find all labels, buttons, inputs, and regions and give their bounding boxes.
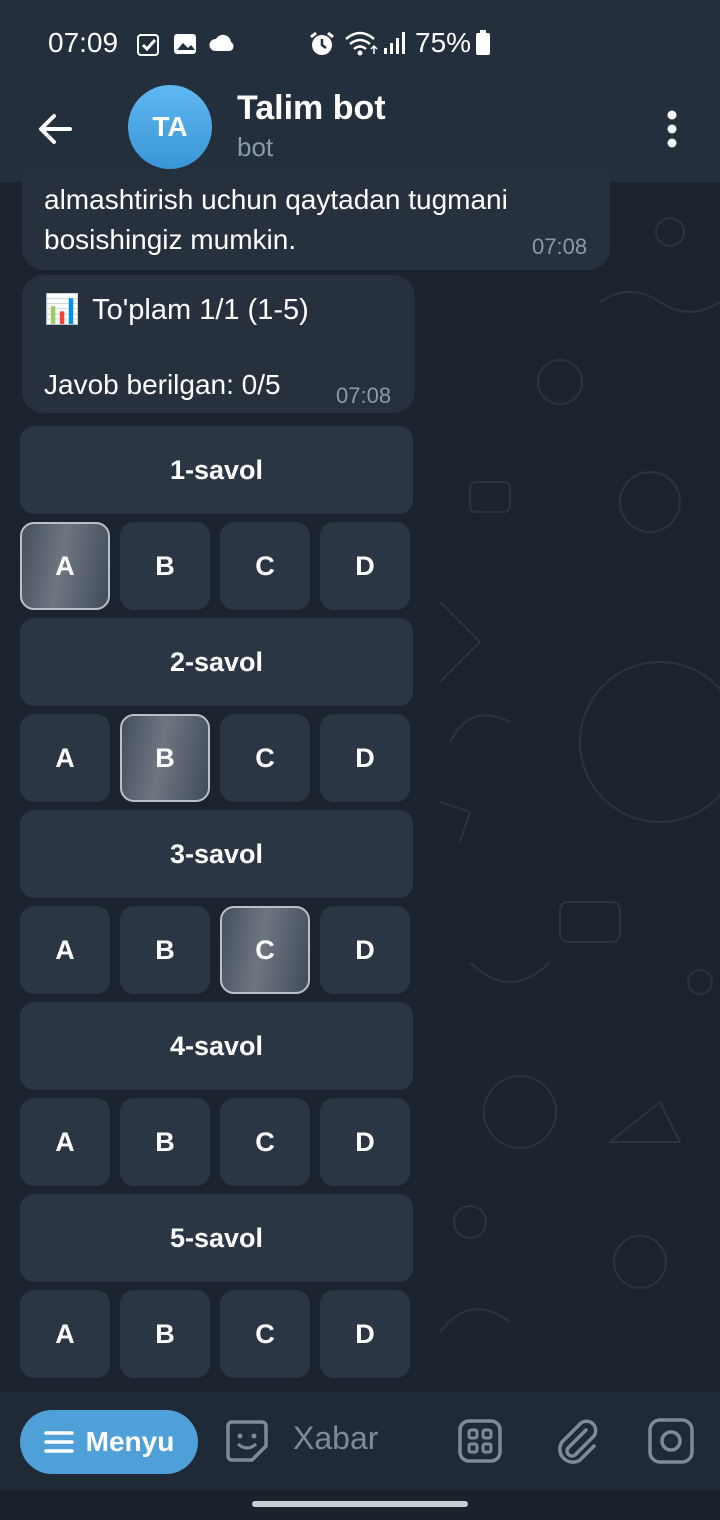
message-time: 07:08: [336, 383, 392, 408]
question-button[interactable]: 3-savol: [20, 810, 413, 898]
top-bar: 07:09 75% TA Talim bot bot: [0, 0, 720, 182]
answer-option-b-button[interactable]: B: [120, 906, 210, 994]
cloud-notification-icon: [209, 34, 234, 51]
question-button[interactable]: 5-savol: [20, 1194, 413, 1282]
question-button[interactable]: 1-savol: [20, 426, 413, 514]
answer-option-b-button[interactable]: B: [120, 714, 210, 802]
status-time: 07:09: [48, 27, 119, 58]
wifi-icon: [345, 31, 378, 56]
message-bubble: almashtirish uchun qaytadan tugmani bosi…: [22, 170, 610, 270]
check-notification-icon: [137, 34, 159, 56]
message-text: almashtirish uchun qaytadan tugmani bosi…: [44, 184, 508, 255]
status-bar: 07:09 75%: [0, 0, 720, 84]
chat-title[interactable]: Talim bot: [237, 89, 386, 128]
question-button[interactable]: 4-savol: [20, 1002, 413, 1090]
answer-option-b-button[interactable]: B: [120, 522, 210, 610]
answer-option-d-button[interactable]: D: [320, 714, 410, 802]
message-input[interactable]: Xabar: [293, 1420, 378, 1457]
back-arrow-icon[interactable]: [30, 104, 80, 154]
message-status: Javob berilgan: 0/5: [44, 369, 281, 400]
answer-option-d-button[interactable]: D: [320, 1098, 410, 1186]
sticker-icon[interactable]: [222, 1416, 272, 1466]
answer-option-d-button[interactable]: D: [320, 1290, 410, 1378]
chat-header: TA Talim bot bot: [0, 84, 720, 182]
answer-option-c-button[interactable]: C: [220, 714, 310, 802]
answer-option-c-button[interactable]: C: [220, 1290, 310, 1378]
message-time: 07:08: [532, 234, 588, 259]
answer-option-c-button[interactable]: C: [220, 1098, 310, 1186]
alarm-icon: [310, 31, 334, 55]
attach-icon[interactable]: [552, 1416, 602, 1466]
answer-option-b-button[interactable]: B: [120, 1098, 210, 1186]
battery-percent: 75%: [415, 27, 472, 58]
answer-option-a-button[interactable]: A: [20, 1098, 110, 1186]
message-bubble: 📊 To'plam 1/1 (1-5) Javob berilgan: 0/5 …: [22, 275, 415, 413]
answer-option-a-button[interactable]: A: [20, 714, 110, 802]
avatar[interactable]: TA: [128, 85, 212, 169]
answer-option-c-button[interactable]: C: [220, 522, 310, 610]
menu-label: Menyu: [85, 1426, 175, 1457]
answer-option-a-button[interactable]: A: [20, 1290, 110, 1378]
message-input-bar: Menyu Xabar: [0, 1392, 720, 1490]
more-options-icon[interactable]: [650, 104, 694, 154]
menu-button[interactable]: Menyu: [20, 1410, 198, 1474]
bot-keyboard-icon[interactable]: [456, 1416, 504, 1466]
answer-option-b-button[interactable]: B: [120, 1290, 210, 1378]
camera-icon[interactable]: [646, 1416, 696, 1466]
question-button[interactable]: 2-savol: [20, 618, 413, 706]
navigation-bar: [0, 1490, 720, 1520]
home-gesture-handle[interactable]: [252, 1501, 468, 1507]
bar-chart-icon: 📊: [44, 294, 81, 326]
menu-icon: [43, 1431, 74, 1453]
gallery-notification-icon: [174, 34, 196, 54]
signal-icon: [384, 32, 405, 54]
answer-option-c-button[interactable]: C: [220, 906, 310, 994]
battery-icon: [476, 30, 490, 55]
message-heading-text: To'plam 1/1 (1-5): [92, 293, 309, 326]
message-heading: 📊 To'plam 1/1 (1-5): [44, 293, 309, 327]
answer-option-d-button[interactable]: D: [320, 906, 410, 994]
chat-subtitle: bot: [237, 132, 274, 162]
answer-option-a-button[interactable]: A: [20, 522, 110, 610]
answer-option-a-button[interactable]: A: [20, 906, 110, 994]
answer-option-d-button[interactable]: D: [320, 522, 410, 610]
